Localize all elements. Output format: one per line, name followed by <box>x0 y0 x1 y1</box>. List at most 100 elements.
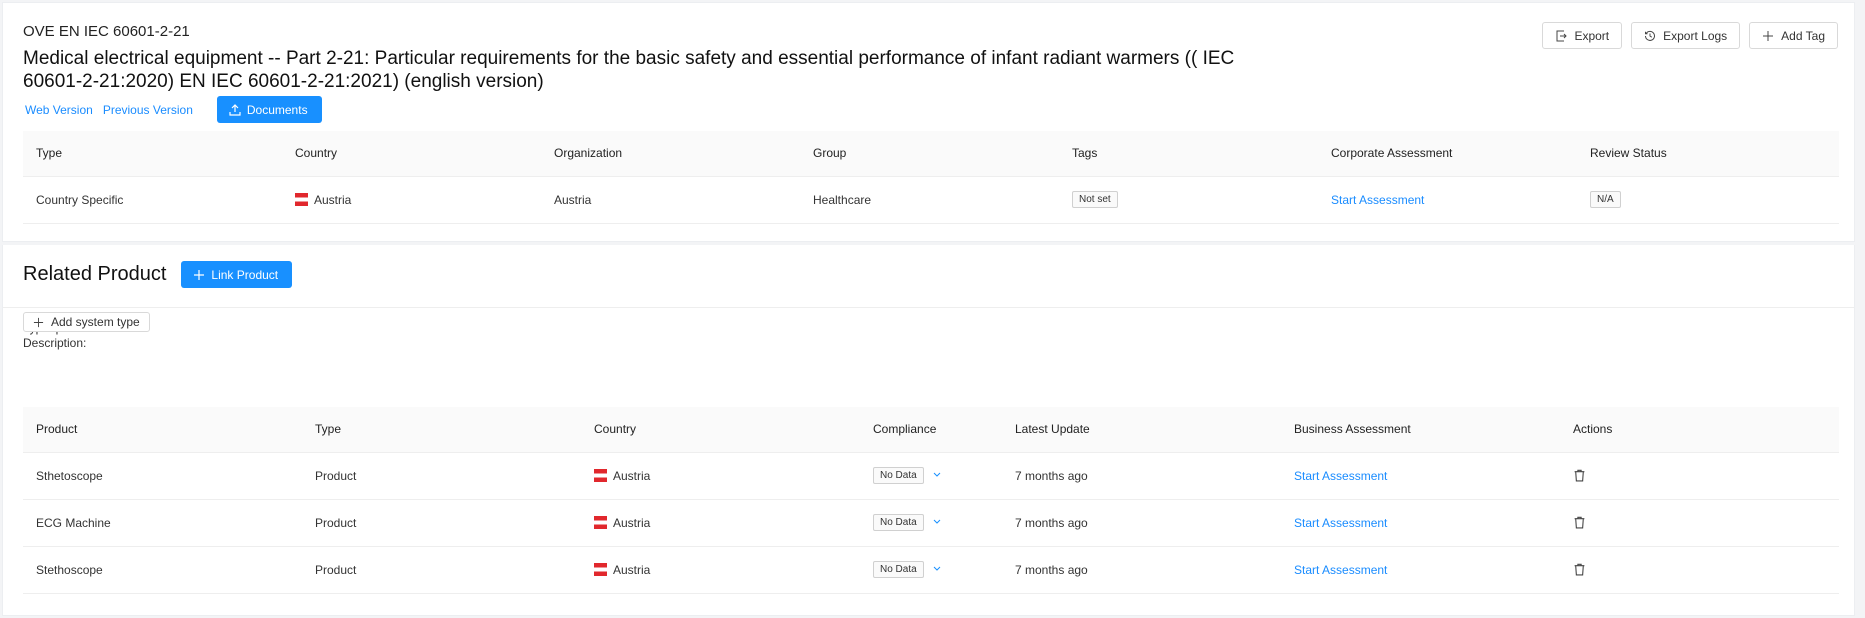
delete-button[interactable] <box>1573 563 1586 577</box>
cell-compliance: No Data <box>860 499 1002 547</box>
related-products-table: Product Type Country Compliance Latest U… <box>23 407 1839 594</box>
tags-badge: Not set <box>1072 191 1118 208</box>
export-button[interactable]: Export <box>1542 22 1623 49</box>
start-assessment-link[interactable]: Start Assessment <box>1331 193 1424 207</box>
trash-icon <box>1574 563 1585 575</box>
cell-latest-update: 7 months ago <box>1002 452 1281 500</box>
cell-business-assessment: Start Assessment <box>1281 546 1560 594</box>
country-label: Austria <box>613 562 651 577</box>
cell-country: Austria <box>581 452 860 500</box>
column-header-business-assessment: Business Assessment <box>1281 407 1560 453</box>
table-header-row: Type Country Organization Group Tags Cor… <box>23 131 1839 177</box>
table-row: Stethoscope Product Austria No Data 7 mo… <box>23 546 1839 594</box>
table-row: ECG Machine Product Austria No Data 7 mo… <box>23 499 1839 547</box>
chevron-down-icon[interactable] <box>933 566 941 572</box>
cell-compliance: No Data <box>860 546 1002 594</box>
start-assessment-link[interactable]: Start Assessment <box>1294 563 1387 577</box>
cell-type: Product <box>302 546 581 594</box>
column-header-type: Type <box>302 407 581 453</box>
standard-detail-card: OVE EN IEC 60601-2-21 Medical electrical… <box>2 2 1855 242</box>
add-tag-button[interactable]: Add Tag <box>1749 22 1838 49</box>
cell-country: Austria <box>581 546 860 594</box>
column-header-latest-update: Latest Update <box>1002 407 1281 453</box>
column-header-compliance: Compliance <box>860 407 1002 453</box>
standard-code: OVE EN IEC 60601-2-21 <box>23 23 190 40</box>
compliance-badge: No Data <box>873 467 924 484</box>
plus-icon <box>33 317 44 327</box>
austria-flag-icon <box>594 515 607 529</box>
cell-business-assessment: Start Assessment <box>1281 499 1560 547</box>
add-system-type-button[interactable]: Add system type <box>23 312 150 332</box>
country-label: Austria <box>613 515 651 530</box>
export-logs-button[interactable]: Export Logs <box>1631 22 1741 49</box>
column-header-type: Type <box>23 131 282 177</box>
section-title: Related Product <box>23 263 167 285</box>
cell-product: ECG Machine <box>23 499 302 547</box>
column-header-actions: Actions <box>1560 407 1839 453</box>
cell-actions <box>1560 452 1839 500</box>
cell-type: Country Specific <box>23 176 282 224</box>
cell-tags: Not set <box>1059 176 1318 224</box>
chevron-down-icon[interactable] <box>933 472 941 478</box>
export-logs-button-label: Export Logs <box>1663 28 1728 43</box>
add-tag-button-label: Add Tag <box>1781 28 1825 43</box>
link-product-button-label: Link Product <box>211 267 279 282</box>
related-product-card: Related Product Link Product Type: produ… <box>2 245 1855 616</box>
cell-country: Austria <box>282 176 541 224</box>
trash-icon <box>1574 516 1585 528</box>
delete-button[interactable] <box>1573 469 1586 483</box>
web-version-link[interactable]: Web Version <box>25 103 93 117</box>
start-assessment-link[interactable]: Start Assessment <box>1294 516 1387 530</box>
country-label: Austria <box>314 192 352 207</box>
column-header-country: Country <box>581 407 860 453</box>
cell-product: Sthetoscope <box>23 452 302 500</box>
review-status-badge: N/A <box>1590 191 1621 208</box>
link-product-button[interactable]: Link Product <box>181 261 293 288</box>
cell-type: Product <box>302 499 581 547</box>
system-description-text: Description: <box>23 336 87 350</box>
cell-actions <box>1560 546 1839 594</box>
plus-icon <box>1763 30 1774 41</box>
cell-latest-update: 7 months ago <box>1002 499 1281 547</box>
austria-flag-icon <box>594 468 607 482</box>
documents-button[interactable]: Documents <box>216 96 322 123</box>
table-row: Sthetoscope Product Austria No Data 7 mo… <box>23 452 1839 500</box>
chevron-down-icon[interactable] <box>933 519 941 525</box>
cell-actions <box>1560 499 1839 547</box>
austria-flag-icon <box>295 192 308 206</box>
trash-icon <box>1574 469 1585 481</box>
export-icon <box>1556 30 1568 41</box>
column-header-product: Product <box>23 407 302 453</box>
start-assessment-link[interactable]: Start Assessment <box>1294 469 1387 483</box>
standard-meta-table: Type Country Organization Group Tags Cor… <box>23 131 1839 224</box>
export-button-label: Export <box>1574 28 1610 43</box>
column-header-country: Country <box>282 131 541 177</box>
compliance-badge: No Data <box>873 561 924 578</box>
column-header-organization: Organization <box>541 131 800 177</box>
related-product-header: Related Product Link Product <box>23 261 293 288</box>
column-header-corporate-assessment: Corporate Assessment <box>1318 131 1577 177</box>
cell-business-assessment: Start Assessment <box>1281 452 1560 500</box>
history-icon <box>1645 30 1656 41</box>
cell-organization: Austria <box>541 176 800 224</box>
column-header-review-status: Review Status <box>1577 131 1839 177</box>
add-system-type-label: Add system type <box>51 315 140 329</box>
section-divider <box>3 307 1854 308</box>
austria-flag-icon <box>594 562 607 576</box>
compliance-badge: No Data <box>873 514 924 531</box>
standard-title: Medical electrical equipment -- Part 2-2… <box>23 48 1235 92</box>
delete-button[interactable] <box>1573 516 1586 530</box>
column-header-group: Group <box>800 131 1059 177</box>
cell-latest-update: 7 months ago <box>1002 546 1281 594</box>
cell-group: Healthcare <box>800 176 1059 224</box>
country-label: Austria <box>613 468 651 483</box>
upload-icon <box>229 103 241 116</box>
cell-corporate-assessment: Start Assessment <box>1318 176 1577 224</box>
cell-product: Stethoscope <box>23 546 302 594</box>
previous-version-link[interactable]: Previous Version <box>103 103 193 117</box>
header-actions: Export Export Logs Add Tag <box>1542 22 1838 49</box>
documents-button-label: Documents <box>246 102 308 117</box>
cell-country: Austria <box>581 499 860 547</box>
plus-icon <box>194 269 205 280</box>
cell-type: Product <box>302 452 581 500</box>
